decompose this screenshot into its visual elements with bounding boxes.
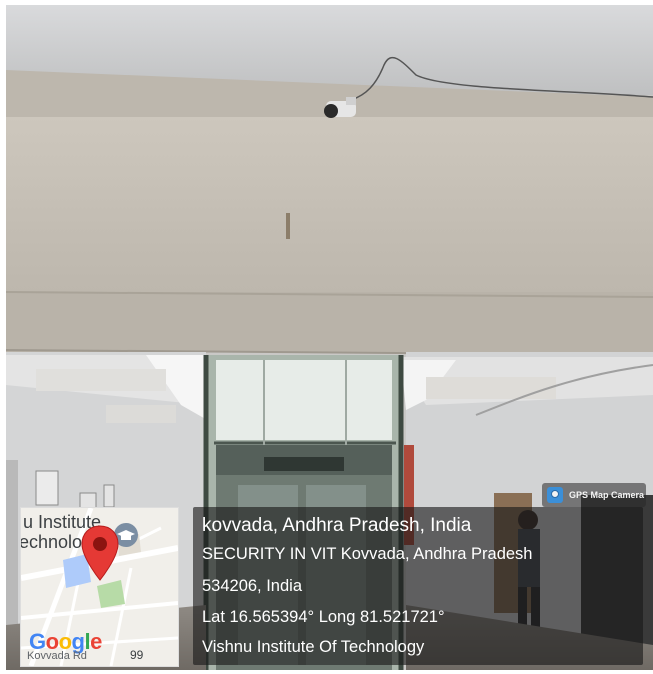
map-pin-icon	[81, 525, 119, 581]
address-line-1: SECURITY IN VIT Kovvada, Andhra Pradesh	[202, 545, 533, 563]
gps-camera-icon	[547, 487, 563, 503]
organization-name: Vishnu Institute Of Technology	[202, 638, 425, 656]
map-label-technology: echnolo	[20, 532, 83, 552]
gps-map-camera-badge: GPS Map Camera	[542, 483, 646, 507]
coordinates: Lat 16.565394° Long 81.521721°	[202, 608, 445, 626]
map-road-label: Kovvada Rd	[27, 650, 87, 662]
map-thumbnail[interactable]: u Institute echnolo Google Kovvada Rd 99	[20, 507, 179, 667]
place-title: kovvada, Andhra Pradesh, India	[202, 515, 472, 536]
map-road-number: 99	[130, 648, 144, 662]
address-line-2: 534206, India	[202, 577, 303, 595]
badge-label: GPS Map Camera	[569, 490, 645, 500]
location-info-panel: kovvada, Andhra Pradesh, India SECURITY …	[193, 507, 643, 665]
